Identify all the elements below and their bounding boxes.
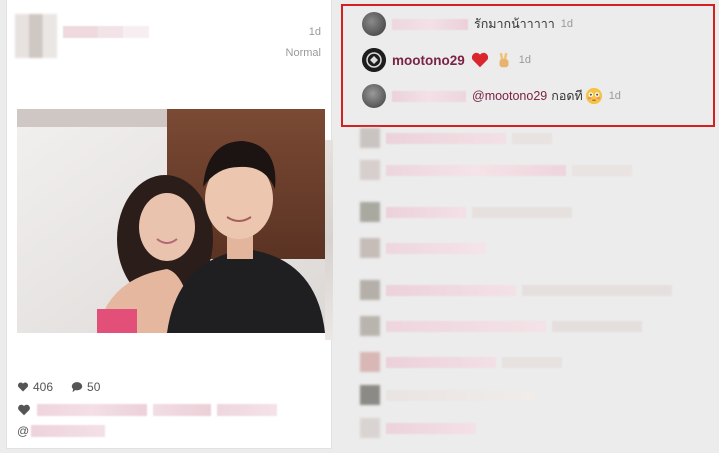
blurred-avatar [360,160,380,180]
commenter-name-blurred[interactable] [392,90,466,102]
blurred-comment [360,128,552,148]
blurred-avatar [360,385,380,405]
comment-time: 1d [518,54,531,66]
blurred-avatar [360,280,380,300]
flushed-face-emoji [585,87,602,105]
comment-text: กอดที [551,89,583,103]
blurred-text [502,356,562,368]
blurred-avatar [360,352,380,372]
blurred-comment [360,316,642,336]
blurred-avatar [360,202,380,222]
blurred-text [522,284,672,296]
likes-count: 406 [33,380,54,394]
comment-time: 1d [560,18,573,30]
post-stats: 406 50 [17,380,100,394]
blurred-comment [360,385,536,405]
red-heart-emoji [471,52,488,68]
caption-blurred[interactable] [31,425,106,437]
liked-by-names-blurred[interactable] [217,404,277,416]
caption-row: @ [17,424,106,438]
blurred-text [386,206,466,218]
blurred-text [472,206,572,218]
blurred-comment [360,238,486,258]
post-filter-label: Normal [285,47,321,59]
blurred-comment [360,352,562,372]
blurred-text [386,242,486,254]
comments-list: รักมากน้าาาาา 1d mootono29 1d @mootono29… [340,6,719,114]
post-photo[interactable] [17,109,325,333]
blurred-comment [360,280,672,300]
blurred-comment [360,160,632,180]
blurred-text [386,422,476,434]
blurred-text [386,320,546,332]
blurred-text [512,132,552,144]
blurred-text [572,164,632,176]
commenter-avatar[interactable] [362,84,386,108]
commenter-avatar[interactable] [362,48,386,72]
blurred-avatar [360,238,380,258]
liked-by-names-blurred[interactable] [153,404,211,416]
blurred-text [386,284,516,296]
commenter-name-blurred[interactable] [392,18,468,30]
commenter-avatar[interactable] [362,12,386,36]
page: 1d Normal 406 50 @ รักมากน้าาาาา 1d moot… [0,0,719,453]
blurred-comment [360,202,572,222]
comment-time: 1d [608,90,621,102]
comment-text: รักมากน้าาาาา [474,17,555,31]
victory-hand-emoji [499,52,509,68]
post-time: 1d [308,26,321,38]
photo-edge-blur [325,140,333,340]
comment-mention[interactable]: @mootono29 [472,89,547,103]
comment-item: รักมากน้าาาาา 1d [340,6,719,42]
blurred-text [386,356,496,368]
liked-by-row [17,403,277,417]
couple-selfie-image [17,109,325,333]
post-card: 1d Normal 406 50 @ [6,0,333,449]
blurred-avatar [360,316,380,336]
blurred-text [386,164,566,176]
mention-prefix: @ [17,424,30,438]
liked-by-names-blurred[interactable] [37,404,147,416]
comment-username[interactable]: mootono29 [392,53,465,68]
blurred-text [386,132,506,144]
heart-icon[interactable] [17,381,29,393]
post-author-name-blurred[interactable] [63,26,149,38]
blurred-text [552,320,642,332]
post-author-avatar[interactable] [15,14,57,58]
avatar-logo-icon [362,48,386,72]
blurred-comment [360,418,476,438]
heart-icon [18,404,30,416]
blurred-text [386,389,536,401]
comments-count: 50 [87,380,101,394]
comment-item: mootono29 1d [340,42,719,78]
comment-item: @mootono29 กอดที 1d [340,78,719,114]
blurred-avatar [360,128,380,148]
blurred-avatar [360,418,380,438]
speech-bubble-icon[interactable] [71,381,83,393]
